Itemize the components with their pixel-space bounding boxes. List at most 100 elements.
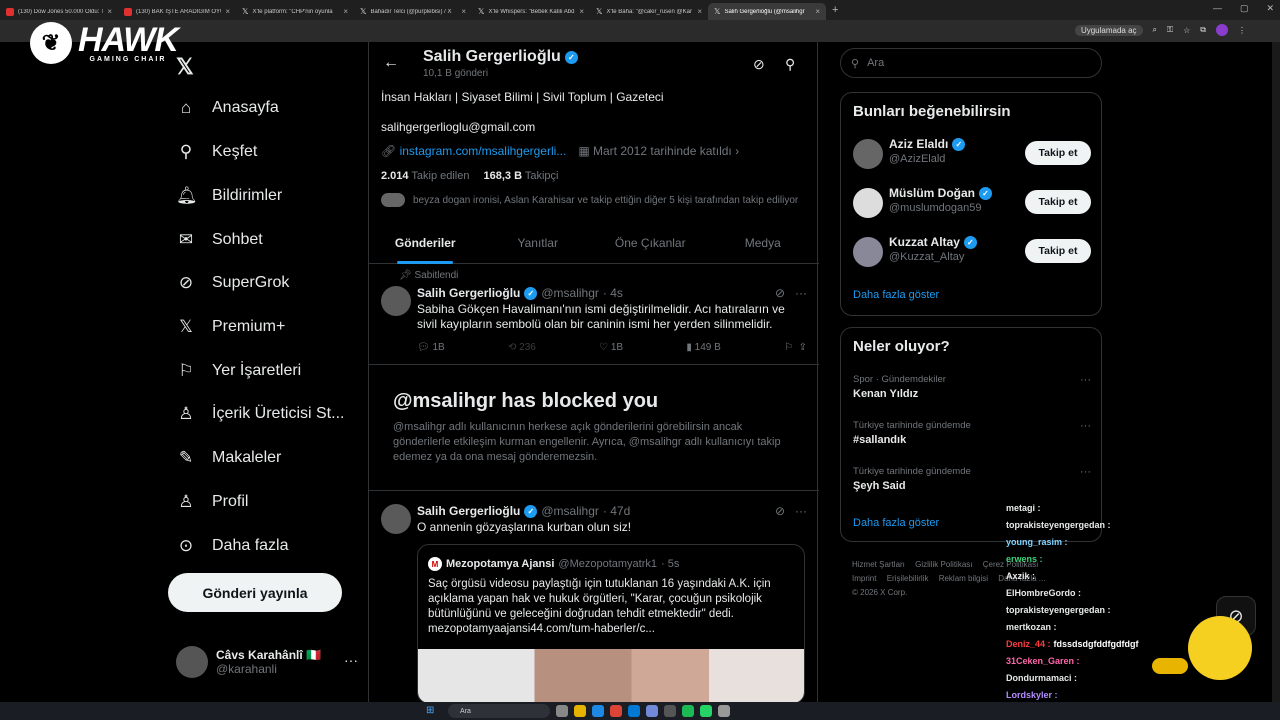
browser-tab[interactable]: (130) BAK İŞTE ARADIĞIM OYUN ×	[118, 3, 236, 20]
more-dots-icon[interactable]: ···	[1080, 420, 1091, 432]
app-icon[interactable]	[718, 705, 730, 717]
browser-tab-active[interactable]: 𝕏 Salih Gergerlioğlu (@msalihgr ×	[708, 3, 826, 20]
nav-item-notifications[interactable]: 🔔︎ Bildirimler	[176, 186, 282, 206]
nav-item-more[interactable]: ⊙ Daha fazla	[176, 536, 289, 556]
nav-item-supergrok[interactable]: ⊘ SuperGrok	[176, 273, 290, 293]
trend-item[interactable]: Spor · Gündemdekiler Kenan Yıldız ···	[853, 374, 1091, 400]
grok-icon[interactable]: ⊘	[775, 286, 785, 300]
more-dots-icon[interactable]: ···	[1080, 374, 1091, 386]
taskview-icon[interactable]	[556, 705, 568, 717]
following-link[interactable]: 2.014 Takip edilen	[381, 170, 469, 182]
quoted-tweet[interactable]: M Mezopotamya Ajansi @Mezopotamyatrk1 · …	[417, 544, 805, 704]
share-icon[interactable]: ⇪	[799, 342, 807, 353]
minimize-icon[interactable]: —	[1213, 3, 1222, 14]
edge-icon[interactable]	[592, 705, 604, 717]
profile-link[interactable]: 🔗︎ instagram.com/msalihgergerli...	[381, 144, 566, 158]
avatar[interactable]	[381, 504, 411, 534]
footer-link[interactable]: Reklam bilgisi	[939, 574, 988, 583]
avatar	[176, 646, 208, 678]
nav-item-explore[interactable]: ⚲ Keşfet	[176, 142, 258, 162]
show-more-link[interactable]: Daha fazla göster	[853, 517, 939, 529]
browser-tab[interactable]: 𝕏 Bahadır Telci (@purplebisi) / X ×	[354, 3, 472, 20]
quote-image[interactable]	[418, 649, 804, 703]
nav-item-articles[interactable]: ✎ Makaleler	[176, 448, 281, 468]
scrollbar[interactable]	[1272, 42, 1280, 702]
trend-item[interactable]: Türkiye tarihinde gündemde #sallandık ··…	[853, 420, 1091, 446]
close-icon[interactable]: ×	[343, 7, 348, 16]
avatar[interactable]	[381, 286, 411, 316]
discord-icon[interactable]	[646, 705, 658, 717]
folder-icon[interactable]	[574, 705, 586, 717]
tab-media[interactable]: Medya	[707, 226, 820, 263]
zoom-icon[interactable]: ⌕	[1153, 25, 1157, 35]
retweet-button[interactable]: ⟲ 236	[508, 342, 536, 353]
nav-item-creator-studio[interactable]: ♙ İçerik Üreticisi St...	[176, 404, 344, 424]
close-icon[interactable]: ×	[697, 7, 702, 16]
new-tab-button[interactable]: +	[832, 4, 838, 16]
close-icon[interactable]: ×	[107, 7, 112, 16]
suggestion-item[interactable]: Aziz Elaldı ✓ @AzizElald Takip et	[853, 137, 1091, 173]
nav-item-home[interactable]: ⌂ Anasayfa	[176, 98, 279, 118]
key-icon[interactable]: ⚿	[1167, 25, 1173, 35]
nav-item-profile[interactable]: ♙ Profil	[176, 492, 248, 512]
footer-link[interactable]: Gizlilik Politikası	[915, 560, 972, 569]
views-button[interactable]: ▮ 149 B	[686, 342, 720, 353]
follow-button[interactable]: Takip et	[1025, 239, 1091, 263]
tab-posts[interactable]: Gönderiler	[369, 226, 482, 264]
account-switcher[interactable]: Câvs Karahânlî 🇮🇹 @karahanli ···	[176, 646, 358, 678]
mutual-followers[interactable]: beyza dogan ironisi, Aslan Karahisar ve …	[381, 193, 798, 207]
whatsapp-icon[interactable]	[700, 705, 712, 717]
spotify-icon[interactable]	[682, 705, 694, 717]
nav-item-premium[interactable]: 𝕏 Premium+	[176, 317, 285, 337]
browser-tab[interactable]: 𝕏 X'te platform: "CHP'nin oyunla ×	[236, 3, 354, 20]
extensions-icon[interactable]: ⧉	[1200, 25, 1206, 35]
search-icon[interactable]: ⚲	[785, 56, 795, 73]
browser-tab[interactable]: (130) Dow Jones 50.000 Oldu: T ×	[0, 3, 118, 20]
like-button[interactable]: ♡ 1B	[599, 342, 623, 353]
store-icon[interactable]	[628, 705, 640, 717]
follow-button[interactable]: Takip et	[1025, 190, 1091, 214]
search-input[interactable]: ⚲ Ara	[840, 48, 1102, 78]
more-dots-icon[interactable]: ···	[1080, 466, 1091, 478]
footer-link[interactable]: Erişilebilirlik	[887, 574, 929, 583]
suggestion-item[interactable]: Müslüm Doğan ✓ @muslumdogan59 Takip et	[853, 186, 1091, 222]
footer-link[interactable]: Imprint	[852, 574, 876, 583]
more-dots-icon[interactable]: ···	[795, 286, 807, 300]
bookmark-button[interactable]: ⚐ ⇪	[784, 342, 807, 353]
x-logo-icon[interactable]: 𝕏	[176, 54, 194, 80]
suggestion-item[interactable]: Kuzzat Altay ✓ @Kuzzat_Altay Takip et	[853, 235, 1091, 271]
back-arrow-icon[interactable]: ←	[383, 54, 399, 72]
grok-icon[interactable]: ⊘	[775, 504, 785, 518]
profile-avatar[interactable]	[1216, 24, 1228, 36]
menu-dots-icon[interactable]: ⋮	[1238, 26, 1246, 35]
app-icon[interactable]	[664, 705, 676, 717]
more-dots-icon[interactable]: ···	[344, 652, 358, 668]
nav-item-messages[interactable]: ✉ Sohbet	[176, 230, 263, 250]
browser-tab[interactable]: 𝕏 X'te Baha: "@cakir_rusen @Kar ×	[590, 3, 708, 20]
nav-item-bookmarks[interactable]: ⚐ Yer İşaretleri	[176, 361, 301, 381]
close-icon[interactable]: ×	[461, 7, 466, 16]
trend-item[interactable]: Türkiye tarihinde gündemde Şeyh Said ···	[853, 466, 1091, 492]
windows-start-icon[interactable]: ⊞	[426, 705, 434, 716]
tab-highlights[interactable]: Öne Çıkanlar	[594, 226, 707, 263]
pinned-tweet[interactable]: 📌︎ Sabitlendi Salih Gergerlioğlu ✓ @msali…	[369, 264, 819, 364]
footer-link[interactable]: Hizmet Şartları	[852, 560, 905, 569]
close-window-icon[interactable]: ✕	[1266, 3, 1274, 14]
more-dots-icon[interactable]: ···	[795, 504, 807, 518]
close-icon[interactable]: ×	[815, 7, 820, 16]
show-more-link[interactable]: Daha fazla göster	[853, 289, 939, 301]
reply-button[interactable]: 💬︎ 1B	[417, 342, 445, 353]
grok-icon[interactable]: ⊘	[753, 56, 765, 73]
star-icon[interactable]: ☆	[1183, 26, 1190, 35]
close-icon[interactable]: ×	[579, 7, 584, 16]
taskbar-search[interactable]: Ara	[448, 704, 550, 718]
follow-button[interactable]: Takip et	[1025, 141, 1091, 165]
open-in-app-button[interactable]: Uygulamada aç	[1074, 24, 1143, 36]
maximize-icon[interactable]: ▢	[1240, 3, 1249, 14]
post-button[interactable]: Gönderi yayınla	[168, 573, 342, 612]
followers-link[interactable]: 168,3 B Takipçi	[483, 170, 558, 182]
close-icon[interactable]: ×	[225, 7, 230, 16]
browser-tab[interactable]: 𝕏 X'te Whispers: "Bebek Katili Abd ×	[472, 3, 590, 20]
tab-replies[interactable]: Yanıtlar	[482, 226, 595, 263]
chrome-icon[interactable]	[610, 705, 622, 717]
